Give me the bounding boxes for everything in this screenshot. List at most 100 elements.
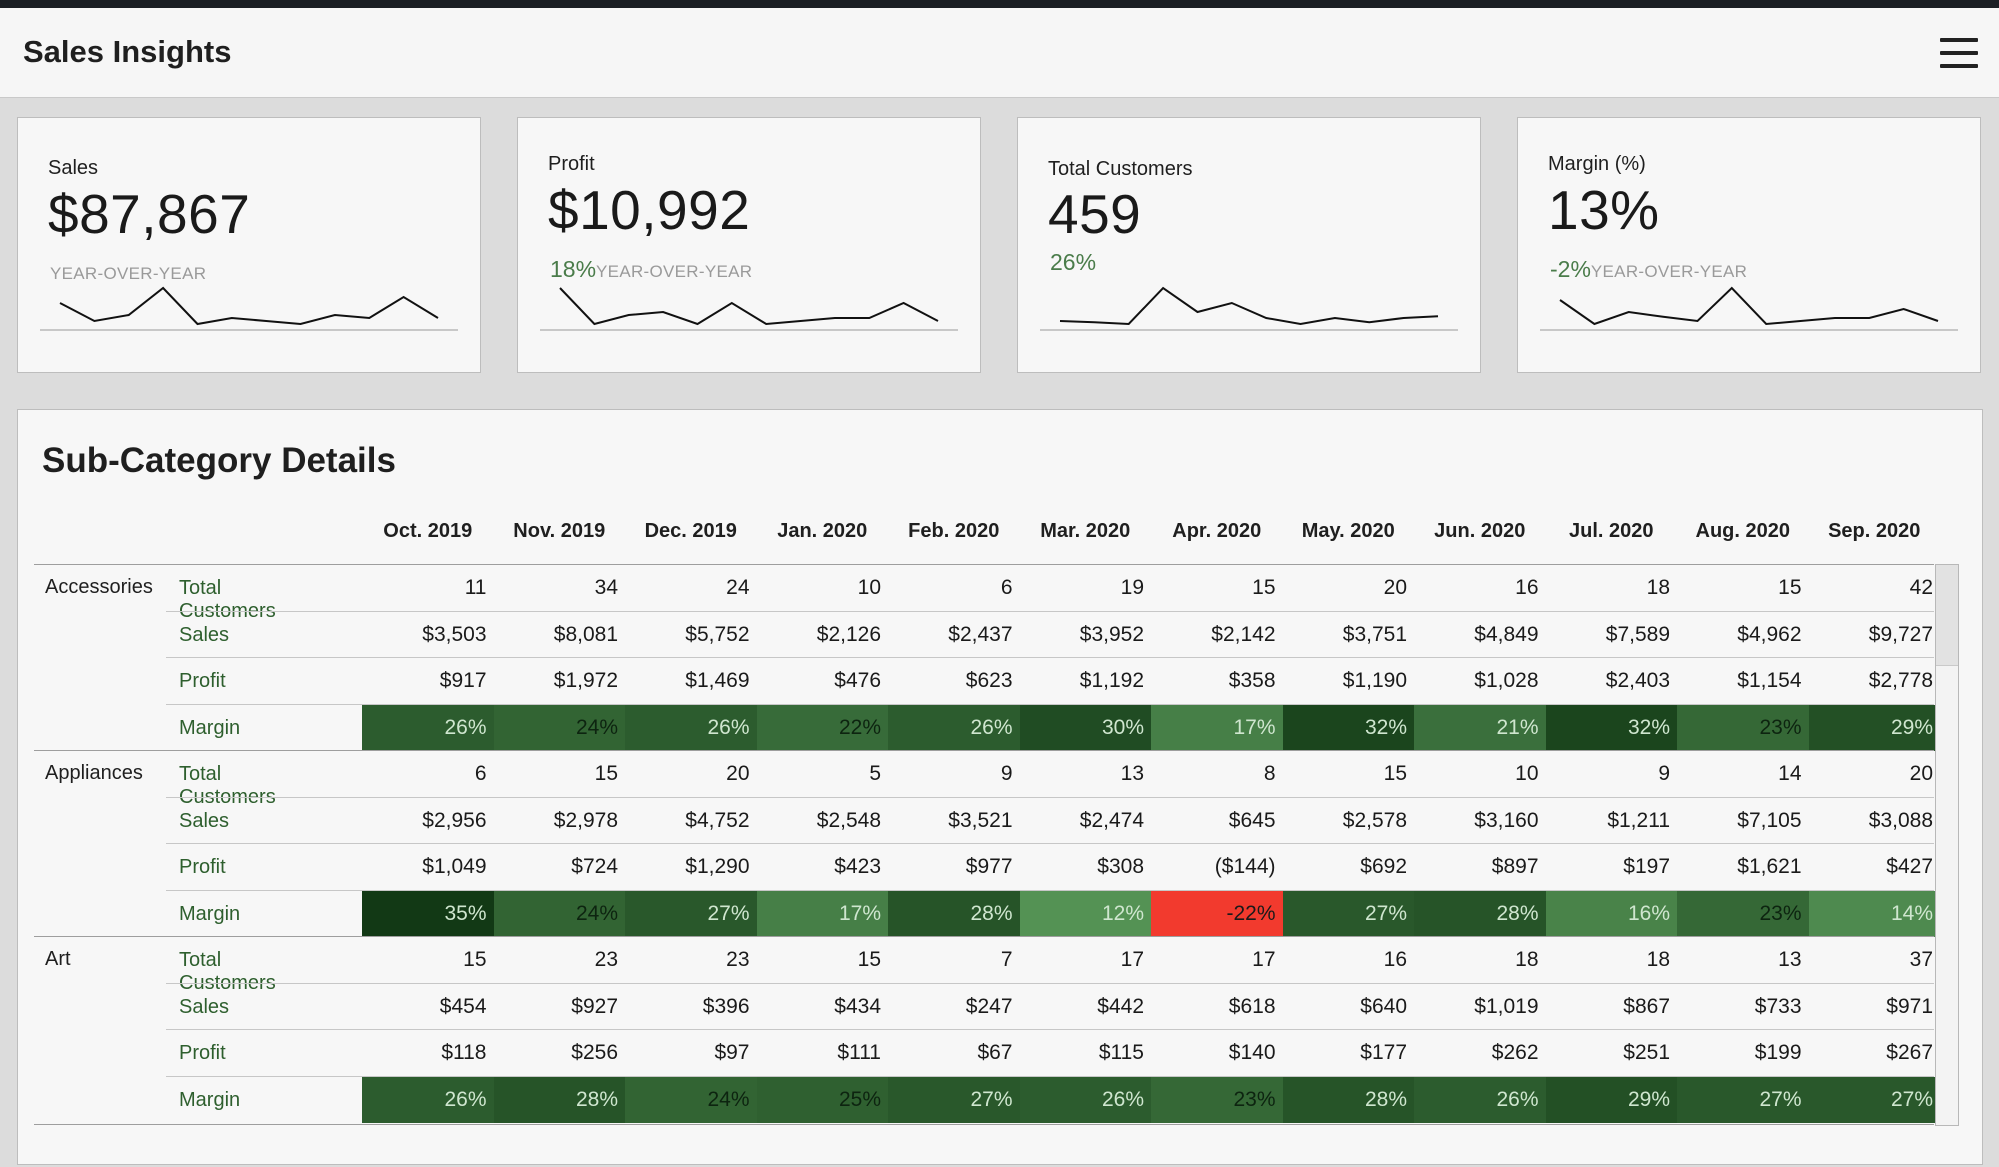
metric-label: Sales	[179, 995, 230, 1018]
table-cell: $9,727	[1868, 622, 1933, 646]
table-cell: 20	[1909, 762, 1933, 785]
margin-cell: 16%	[1545, 890, 1677, 937]
table-cell: $733	[1754, 994, 1802, 1018]
table-cell: 16	[1515, 576, 1539, 599]
scrollbar-thumb[interactable]	[1936, 565, 1958, 666]
kpi-card-profit[interactable]: Profit $10,992 18%YEAR-OVER-YEAR	[517, 117, 981, 373]
table-cell: $2,578	[1342, 808, 1407, 832]
margin-cell: 29%	[1808, 704, 1940, 751]
table-cell: $2,142	[1211, 622, 1276, 646]
table-cell: $115	[1098, 1041, 1144, 1064]
table-cell: $1,469	[685, 669, 750, 692]
margin-cell: 26%	[888, 704, 1020, 751]
month-header: Sep. 2020	[1828, 520, 1921, 542]
table-cell: $118	[441, 1041, 487, 1064]
margin-cell: 27%	[1677, 1076, 1809, 1123]
table-cell: $1,211	[1607, 808, 1670, 832]
margin-cell: 24%	[493, 704, 625, 751]
table-cell: 6	[474, 762, 487, 785]
margin-cell: 23%	[1677, 890, 1809, 937]
kpi-card-sales[interactable]: Sales $87,867 YEAR-OVER-YEAR	[17, 117, 481, 373]
table-cell: $247	[965, 994, 1013, 1018]
metric-label: Margin	[179, 716, 241, 739]
sparkline-line	[559, 287, 939, 326]
table-cell: $308	[1097, 855, 1144, 878]
table-cell: $1,290	[685, 855, 750, 878]
app-header: Sales Insights	[0, 8, 1999, 98]
metric-label: Profit	[179, 670, 226, 692]
sparkline-line	[1559, 286, 1939, 326]
table-cell: $423	[834, 855, 881, 878]
sparkline	[40, 286, 458, 331]
table-cell: $197	[1623, 855, 1670, 878]
table-cell: $267	[1886, 1041, 1933, 1064]
table-cell: 24	[726, 576, 750, 599]
kpi-card-margin[interactable]: Margin (%) 13% -2%YEAR-OVER-YEAR	[1517, 117, 1981, 373]
table-cell: $645	[1228, 808, 1276, 832]
table-cell: $3,160	[1474, 808, 1539, 832]
table-cell: $97	[714, 1041, 750, 1064]
table-cell: 23	[594, 948, 618, 971]
hamburger-menu-icon[interactable]	[1940, 38, 1978, 70]
details-title: Sub-Category Details	[42, 441, 396, 480]
table-cell: ($144)	[1214, 855, 1276, 878]
table-cell: 10	[1515, 762, 1539, 785]
table-cell: $256	[571, 1041, 618, 1064]
table-cell: $67	[977, 1041, 1013, 1064]
margin-cell: 25%	[756, 1076, 888, 1123]
margin-cell: 17%	[756, 890, 888, 937]
table-cell: 15	[1778, 576, 1802, 599]
table-cell: 15	[1252, 576, 1276, 599]
table-cell: 13	[1120, 762, 1144, 785]
table-cell: $8,081	[553, 622, 618, 646]
kpi-card-total-customers[interactable]: Total Customers 459 26%	[1017, 117, 1481, 373]
table-cell: 9	[1658, 762, 1670, 785]
table-cell: $3,088	[1868, 808, 1933, 832]
table-cell: $692	[1360, 855, 1407, 878]
table-cell: $971	[1886, 994, 1933, 1018]
table-cell: $3,521	[948, 808, 1013, 832]
table-cell: 13	[1778, 948, 1802, 971]
margin-cell: 32%	[1282, 704, 1414, 751]
month-header: Jan. 2020	[777, 520, 868, 542]
table-cell: 15	[857, 948, 881, 971]
table-cell: 14	[1778, 762, 1802, 785]
table-cell: $2,978	[553, 808, 618, 832]
table-cell: 15	[463, 948, 487, 971]
sparkline	[540, 287, 958, 331]
table-cell: $2,403	[1605, 669, 1670, 692]
table-cell: $434	[834, 994, 881, 1018]
month-header: Jul. 2020	[1568, 520, 1654, 542]
table-cell: $640	[1360, 994, 1407, 1018]
table-cell: $618	[1228, 994, 1276, 1018]
table-cell: $4,849	[1474, 622, 1539, 646]
sparkline-line	[1059, 286, 1439, 326]
table-cell: 37	[1909, 948, 1933, 971]
margin-cell: 27%	[625, 890, 757, 937]
month-header: Nov. 2019	[513, 520, 606, 542]
table-cell: $977	[965, 855, 1013, 878]
table-cell: 42	[1909, 576, 1933, 599]
sparkline	[1040, 286, 1458, 331]
margin-cell: 26%	[362, 1076, 494, 1123]
table-cell: $1,192	[1079, 669, 1144, 692]
metric-label: Total Customers	[179, 763, 276, 808]
table-cell: 15	[1383, 762, 1407, 785]
margin-cell: 14%	[1808, 890, 1940, 937]
table-cell: 18	[1515, 948, 1539, 971]
metric-label: Margin	[179, 902, 241, 925]
table-cell: $917	[439, 669, 487, 692]
table-cell: 18	[1646, 948, 1670, 971]
margin-cell: 24%	[625, 1076, 757, 1123]
table-cell: 15	[594, 762, 618, 785]
table-cell: $1,049	[422, 855, 487, 878]
table-cell: $7,589	[1605, 622, 1670, 646]
month-header: Oct. 2019	[383, 520, 473, 542]
table-cell: $358	[1228, 669, 1276, 692]
table-cell: $1,190	[1342, 669, 1407, 692]
table-cell: $3,952	[1079, 622, 1144, 646]
month-header: Aug. 2020	[1695, 520, 1790, 542]
margin-cell: 35%	[362, 890, 494, 937]
table-cell: $140	[1228, 1041, 1276, 1064]
month-header: Dec. 2019	[644, 520, 737, 542]
